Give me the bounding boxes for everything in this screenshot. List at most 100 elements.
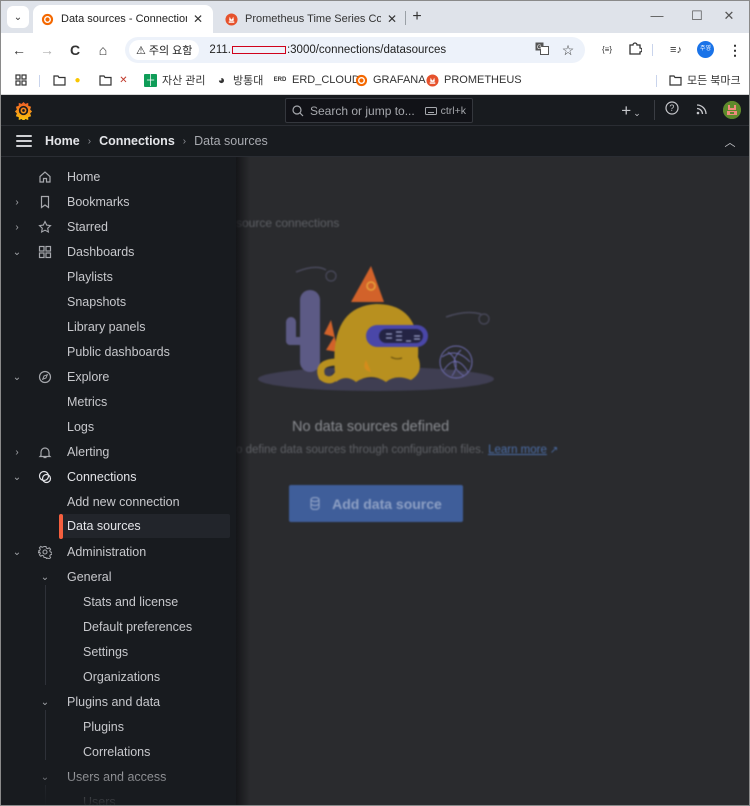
user-avatar[interactable] [723, 101, 741, 119]
chevron-down-icon[interactable]: ⌄ [12, 547, 22, 558]
sidebar-item-administration[interactable]: ⌄ Administration [1, 540, 230, 564]
grafana-logo-icon[interactable] [14, 101, 33, 120]
external-link-icon: ↗ [549, 445, 559, 456]
chevron-right-icon[interactable]: › [12, 197, 22, 208]
rss-icon [696, 104, 707, 115]
close-tab-icon[interactable]: ✕ [191, 12, 205, 26]
browser-window: ⌄ Data sources - Connections - Grafana ✕… [0, 0, 750, 806]
bookmark-prometheus[interactable]: PROMETHEUS [426, 71, 522, 89]
apps-button[interactable] [15, 71, 27, 89]
sidebar-item-connections[interactable]: ⌄ Connections [1, 465, 230, 489]
add-data-source-button[interactable]: Add data source [289, 485, 463, 522]
description-text: o define data sources through configurat… [236, 444, 485, 456]
address-bar[interactable]: ⚠ 주의 요함 211. :3000/connections/datasourc… [125, 37, 585, 63]
chevron-up-icon[interactable]: ︿ [723, 134, 737, 149]
sidebar-item-plugins[interactable]: Plugins [1, 715, 230, 739]
sidebar-item-bookmarks[interactable]: › Bookmarks [1, 190, 230, 214]
arrow-right-icon: → [40, 42, 54, 58]
profile-avatar[interactable]: 주영 [697, 41, 714, 58]
sidebar-item-metrics[interactable]: Metrics [1, 390, 230, 414]
news-button[interactable] [694, 101, 710, 121]
arrow-left-icon: ← [12, 42, 26, 58]
minimize-button[interactable]: — [637, 5, 677, 27]
breadcrumb-home[interactable]: Home [45, 134, 80, 148]
bookmark-label: PROMETHEUS [444, 74, 522, 86]
close-tab-icon[interactable]: ✕ [385, 12, 399, 26]
chevron-down-icon[interactable]: ⌄ [40, 697, 50, 708]
bookmark-label: GRAFANA [373, 74, 426, 86]
forward-button[interactable]: → [36, 39, 58, 61]
toolbar-separator [652, 44, 653, 56]
sidebar-item-public-dashboards[interactable]: Public dashboards [1, 340, 230, 364]
learn-more-link[interactable]: Learn more [488, 444, 547, 456]
bookmark-asset[interactable]: ┼ 자산 관리 [144, 71, 206, 89]
sidebar-item-snapshots[interactable]: Snapshots [1, 290, 230, 314]
bookmark-knou[interactable]: ◕ 방통대 [215, 71, 264, 89]
grafana-icon [41, 13, 54, 25]
tab-prometheus[interactable]: Prometheus Time Series Collection ✕ [217, 5, 407, 33]
empty-state-description: o define data sources through configurat… [236, 444, 558, 456]
search-placeholder: Search or jump to... [310, 103, 415, 118]
sidebar-item-explore[interactable]: ⌄ Explore [1, 365, 230, 389]
sidebar-item-default-preferences[interactable]: Default preferences [1, 615, 230, 639]
bookmark-folder-2[interactable]: ✕ [99, 71, 135, 89]
extension-icon[interactable]: {≡} [597, 41, 617, 59]
chevron-down-icon[interactable]: ⌄ [40, 572, 50, 583]
sidebar-item-add-new-connection[interactable]: Add new connection [1, 490, 230, 514]
chevron-down-icon[interactable]: ⌄ [12, 472, 22, 483]
sidebar-item-organizations[interactable]: Organizations [1, 665, 230, 689]
sidebar-item-library-panels[interactable]: Library panels [1, 315, 230, 339]
prometheus-icon [426, 73, 439, 87]
sidebar-item-settings[interactable]: Settings [1, 640, 230, 664]
search-input[interactable]: Search or jump to... ctrl+k [285, 98, 473, 123]
browser-menu-icon[interactable]: ⋮ [725, 41, 745, 59]
home-button[interactable]: ⌂ [92, 39, 114, 61]
chevron-right-icon[interactable]: › [12, 222, 22, 233]
bookmark-erdcloud[interactable]: ERD ERD_CLOUD [273, 71, 360, 89]
puzzle-icon[interactable] [625, 41, 645, 59]
sidebar-item-label: Add new connection [67, 495, 180, 509]
sidebar-item-stats-and-license[interactable]: Stats and license [1, 590, 230, 614]
url-text: 211. :3000/connections/datasources [209, 44, 446, 56]
reload-button[interactable]: C [64, 39, 86, 61]
close-window-button[interactable]: ✕ [709, 5, 749, 27]
tab-search-button[interactable]: ⌄ [7, 6, 29, 28]
chevron-down-icon[interactable]: ⌄ [12, 372, 22, 383]
breadcrumb-connections[interactable]: Connections [99, 134, 175, 148]
topbar-separator [654, 100, 655, 120]
bookmark-grafana[interactable]: GRAFANA [355, 71, 426, 89]
new-menu-button[interactable]: + ⌄ [617, 101, 645, 121]
media-control-icon[interactable]: ≡♪ [666, 41, 686, 59]
sidebar-item-label: Administration [67, 545, 147, 559]
back-button[interactable]: ← [8, 39, 30, 61]
sidebar-item-data-sources[interactable]: Data sources [59, 514, 230, 538]
help-button[interactable]: ? [664, 101, 680, 121]
sidebar-item-plugins-and-data[interactable]: ⌄ Plugins and data [1, 690, 230, 714]
chevron-down-icon[interactable]: ⌄ [12, 247, 22, 258]
bookmark-folder-1[interactable]: ● [53, 71, 89, 89]
sidebar-item-label: Plugins [83, 720, 124, 734]
sidebar-item-label: Settings [83, 645, 129, 659]
bookmark-star-icon[interactable]: ☆ [559, 42, 577, 58]
sidebar-item-label: Snapshots [67, 295, 127, 309]
sidebar-item-playlists[interactable]: Playlists [1, 265, 230, 289]
sidebar-item-label: Correlations [83, 745, 151, 759]
sidebar-item-dashboards[interactable]: ⌄ Dashboards [1, 240, 230, 264]
sidebar-item-home[interactable]: Home [1, 165, 230, 189]
chevron-right-icon[interactable]: › [12, 447, 22, 458]
database-icon [310, 497, 320, 510]
tab-data-sources[interactable]: Data sources - Connections - Grafana ✕ [33, 5, 213, 33]
all-bookmarks-button[interactable]: 모든 북마크 [669, 71, 741, 89]
sidebar-item-logs[interactable]: Logs [1, 415, 230, 439]
sidebar-item-alerting[interactable]: › Alerting [1, 440, 230, 464]
sidebar-item-label: Bookmarks [67, 195, 130, 209]
menu-toggle-icon[interactable] [16, 135, 32, 147]
new-tab-button[interactable]: + [408, 6, 426, 28]
help-icon: ? [665, 101, 679, 115]
apps-grid-icon [15, 74, 27, 86]
security-chip[interactable]: ⚠ 주의 요함 [129, 40, 200, 60]
translate-icon[interactable]: G [533, 42, 551, 58]
sidebar-item-general[interactable]: ⌄ General [1, 565, 230, 589]
sidebar-item-starred[interactable]: › Starred [1, 215, 230, 239]
folder-icon [53, 74, 66, 87]
